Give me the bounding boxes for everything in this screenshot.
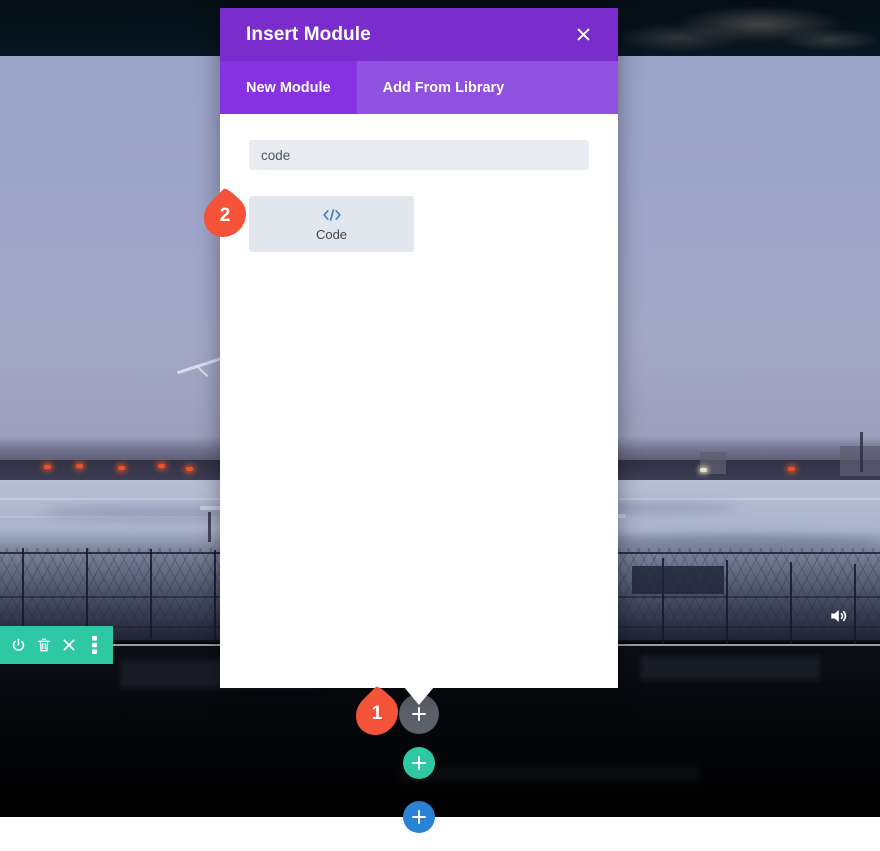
power-icon[interactable] xyxy=(9,635,29,655)
kebab-menu-icon[interactable] xyxy=(84,635,104,655)
modal-tabs: New Module Add From Library xyxy=(220,61,618,114)
modal-body: Code xyxy=(220,114,618,688)
callout-marker-1: 1 xyxy=(347,684,417,744)
module-card-code[interactable]: Code xyxy=(249,196,414,252)
trash-icon[interactable] xyxy=(34,635,54,655)
insert-module-modal: Insert Module New Module Add From Librar… xyxy=(220,8,618,688)
tab-label: New Module xyxy=(246,79,331,96)
module-toolbar[interactable] xyxy=(0,626,113,664)
module-grid: Code xyxy=(249,196,589,252)
add-row-button[interactable] xyxy=(403,747,435,779)
tab-label: Add From Library xyxy=(382,79,505,96)
tab-new-module[interactable]: New Module xyxy=(220,61,357,114)
page-footer-strip xyxy=(0,817,880,851)
callout-marker-2: 2 xyxy=(195,186,265,246)
callout-number: 1 xyxy=(371,703,383,724)
plus-icon xyxy=(412,756,426,770)
page-title: Insert Module xyxy=(246,23,371,45)
add-section-button[interactable] xyxy=(403,801,435,833)
module-card-label: Code xyxy=(315,227,348,242)
modal-header: Insert Module xyxy=(220,8,618,61)
close-icon[interactable] xyxy=(59,635,79,655)
speaker-icon[interactable] xyxy=(826,604,850,628)
plus-icon xyxy=(412,810,426,824)
callout-number: 2 xyxy=(219,205,231,226)
close-icon[interactable] xyxy=(570,22,596,48)
search-input[interactable] xyxy=(249,140,589,170)
tab-add-from-library[interactable]: Add From Library xyxy=(357,61,531,114)
code-brackets-icon xyxy=(322,206,342,224)
